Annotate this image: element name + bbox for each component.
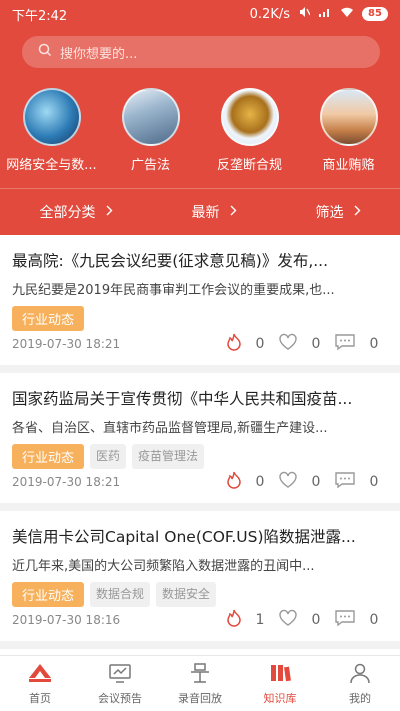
playback-icon	[187, 662, 213, 687]
tab-home[interactable]: 首页	[0, 656, 80, 711]
status-right: 0.2K/s 85	[250, 6, 388, 22]
article-stats: 0 0 0	[226, 333, 388, 355]
comment-icon[interactable]	[334, 471, 356, 493]
article-date: 2019-07-30 18:21	[12, 475, 121, 489]
tab-label: 知识库	[263, 691, 297, 705]
category-tag[interactable]: 行业动态	[12, 582, 85, 607]
status-bar: 下午2:42 0.2K/s 85	[0, 0, 400, 28]
heart-icon[interactable]	[278, 333, 298, 355]
category-image	[319, 88, 378, 146]
tag-list: 行业动态 医药 疫苗管理法	[12, 444, 388, 469]
bottom-tab-bar: 首页 会议预告 录音回放 知识库 我的	[0, 655, 400, 711]
comment-count: 0	[369, 336, 379, 352]
filter-latest[interactable]: 最新	[192, 202, 237, 222]
category-antitrust[interactable]: 反垄断合规	[202, 84, 298, 184]
heart-icon[interactable]	[278, 471, 298, 493]
filter-label: 全部分类	[39, 205, 96, 221]
article-card[interactable]: 最高院:《九民会议纪要(征求意见稿)》发布,... 九民纪要是2019年民商事审…	[0, 235, 400, 373]
article-feed: 最高院:《九民会议纪要(征求意见稿)》发布,... 九民纪要是2019年民商事审…	[0, 235, 400, 653]
filter-label: 最新	[191, 205, 220, 221]
keyword-tag[interactable]: 数据安全	[156, 582, 217, 607]
hot-count: 1	[255, 612, 265, 628]
heart-icon[interactable]	[278, 609, 298, 631]
header-divider	[0, 188, 400, 189]
article-title: 国家药监局关于宣传贯彻《中华人民共和国疫苗...	[12, 390, 353, 408]
category-tag[interactable]: 行业动态	[12, 306, 85, 331]
keyword-tag[interactable]: 疫苗管理法	[132, 444, 205, 469]
chevron-right-icon	[230, 204, 237, 220]
article-card[interactable]: 国家药监局关于宣传贯彻《中华人民共和国疫苗... 各省、自治区、直辖市药品监督管…	[0, 373, 400, 511]
category-image	[121, 88, 180, 146]
category-label: 商业贿赂	[322, 158, 375, 173]
tab-label: 录音回放	[178, 691, 222, 705]
comment-icon[interactable]	[334, 333, 356, 355]
chevron-right-icon	[106, 204, 113, 220]
search-placeholder: 搜你想要的...	[60, 46, 138, 62]
tag-list: 行业动态 数据合规 数据安全	[12, 582, 388, 607]
profile-icon	[347, 662, 373, 687]
category-advertising-law[interactable]: 广告法	[103, 84, 199, 184]
category-label: 反垄断合规	[216, 158, 282, 173]
article-stats: 1 0 0	[226, 609, 388, 631]
tab-knowledge-base[interactable]: 知识库	[240, 656, 320, 711]
hot-count: 0	[255, 336, 265, 352]
category-bribery[interactable]: 商业贿赂	[301, 84, 397, 184]
category-image	[22, 88, 81, 146]
article-meta: 2019-07-30 18:16 1 0 0	[12, 609, 388, 631]
header: 搜你想要的... 网络安全与数... 广告法 反垄断合规 商业贿赂 全部分类 最…	[0, 28, 400, 235]
article-summary: 各省、自治区、直辖市药品监督管理局,新疆生产建设...	[12, 421, 328, 436]
article-meta: 2019-07-30 18:21 0 0 0	[12, 471, 388, 493]
home-logo-icon	[27, 662, 53, 687]
article-meta: 2019-07-30 18:21 0 0 0	[12, 333, 388, 355]
tab-meeting-preview[interactable]: 会议预告	[80, 656, 160, 711]
comment-icon[interactable]	[334, 609, 356, 631]
comment-count: 0	[369, 612, 379, 628]
article-date: 2019-07-30 18:21	[12, 337, 121, 351]
mute-icon	[298, 6, 311, 22]
tab-playback[interactable]: 录音回放	[160, 656, 240, 711]
like-count: 0	[311, 474, 321, 490]
article-date: 2019-07-30 18:16	[12, 613, 121, 627]
article-stats: 0 0 0	[226, 471, 388, 493]
filter-bar: 全部分类 最新 筛选	[0, 192, 400, 232]
comment-count: 0	[369, 474, 379, 490]
meeting-icon	[107, 662, 133, 687]
tab-label: 我的	[349, 691, 371, 705]
status-time: 下午2:42	[12, 8, 68, 24]
keyword-tag[interactable]: 数据合规	[90, 582, 151, 607]
article-title: 美信用卡公司Capital One(COF.US)陷数据泄露...	[12, 528, 356, 546]
filter-all-categories[interactable]: 全部分类	[40, 202, 113, 222]
filter-screen[interactable]: 筛选	[316, 202, 361, 222]
keyword-tag[interactable]: 医药	[90, 444, 127, 469]
search-bar[interactable]: 搜你想要的...	[22, 36, 380, 68]
like-count: 0	[311, 336, 321, 352]
flame-icon	[226, 333, 242, 355]
library-icon	[267, 662, 293, 687]
filter-label: 筛选	[315, 205, 344, 221]
search-icon	[38, 43, 60, 61]
hot-count: 0	[255, 474, 265, 490]
tab-profile[interactable]: 我的	[320, 656, 400, 711]
category-network-security[interactable]: 网络安全与数...	[4, 84, 100, 184]
article-title: 最高院:《九民会议纪要(征求意见稿)》发布,...	[12, 252, 329, 270]
category-image	[220, 88, 279, 146]
article-summary: 九民纪要是2019年民商事审判工作会议的重要成果,也...	[12, 283, 335, 298]
article-card[interactable]: 美信用卡公司Capital One(COF.US)陷数据泄露... 近几年来,美…	[0, 511, 400, 649]
tag-list: 行业动态	[12, 306, 388, 331]
article-summary: 近几年来,美国的大公司频繁陷入数据泄露的丑闻中...	[12, 559, 315, 574]
tab-label: 首页	[29, 691, 51, 705]
category-tag[interactable]: 行业动态	[12, 444, 85, 469]
category-label: 广告法	[130, 158, 170, 173]
flame-icon	[226, 471, 242, 493]
signal-icon	[318, 6, 332, 22]
battery-badge: 85	[362, 7, 388, 21]
category-label: 网络安全与数...	[6, 158, 97, 173]
network-speed: 0.2K/s	[249, 6, 290, 22]
chevron-right-icon	[354, 204, 361, 220]
flame-icon	[226, 609, 242, 631]
tab-label: 会议预告	[98, 691, 142, 705]
like-count: 0	[311, 612, 321, 628]
category-row: 网络安全与数... 广告法 反垄断合规 商业贿赂	[0, 84, 400, 184]
wifi-icon	[340, 6, 354, 22]
